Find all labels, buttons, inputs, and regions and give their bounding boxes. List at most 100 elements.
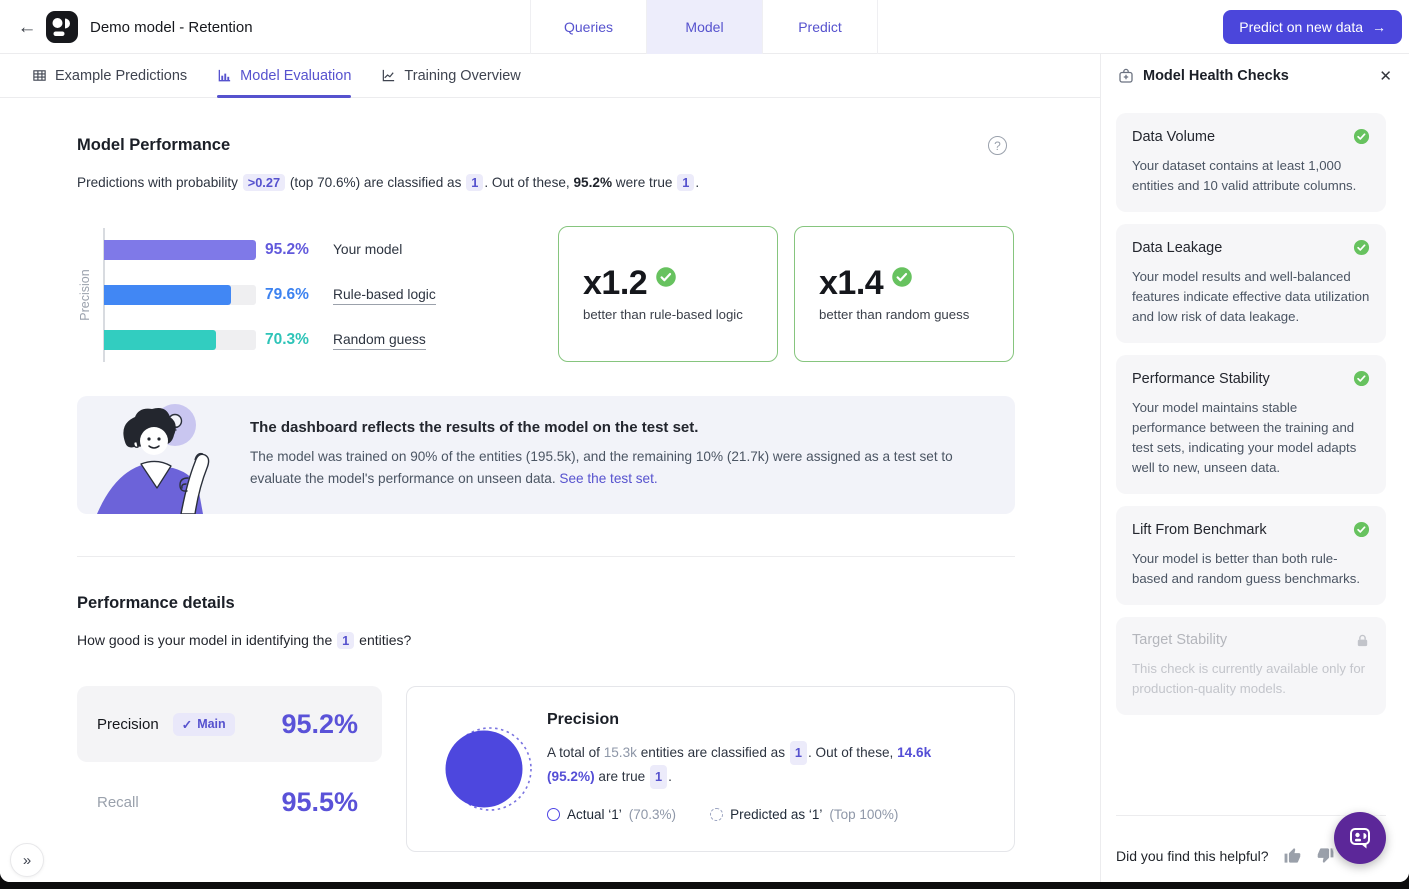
tab-queries[interactable]: Queries	[530, 0, 646, 54]
bar-row-random-guess: 70.3% Random guess	[77, 330, 477, 350]
sidebar-title: Model Health Checks	[1143, 68, 1289, 84]
app-window: ← Demo model - Retention Queries Model P…	[0, 0, 1409, 882]
expand-sidebar-button[interactable]: »	[10, 843, 44, 877]
lift-card-random-guess: x1.4 better than random guess	[794, 226, 1014, 362]
check-badge-icon	[891, 266, 913, 288]
check-lift-from-benchmark: Lift From Benchmark Your model is better…	[1116, 506, 1386, 605]
bar-track	[104, 240, 256, 260]
thumbs-down-icon[interactable]	[1316, 846, 1335, 865]
metric-value: 95.2%	[281, 709, 358, 740]
threshold-badge: >0.27	[243, 174, 285, 191]
sidebar-header: Model Health Checks ✕	[1101, 54, 1409, 98]
metric-row-precision[interactable]: Precision ✓Main 95.2%	[77, 686, 382, 762]
double-chevron-icon: »	[23, 852, 31, 869]
top-bar: ← Demo model - Retention Queries Model P…	[0, 0, 1409, 54]
bar-label: Rule-based logic	[333, 287, 436, 302]
close-icon[interactable]: ✕	[1379, 67, 1392, 85]
legend-actual: Actual ‘1’ (70.3%)	[547, 807, 676, 822]
bar-value: 95.2%	[265, 241, 309, 259]
thumbs-up-icon[interactable]	[1283, 846, 1302, 865]
precision-detail-card: Precision A total of 15.3k entities are …	[406, 686, 1015, 852]
class-badge: 1	[677, 174, 694, 191]
logo-icon	[44, 9, 80, 45]
tab-model[interactable]: Model	[646, 0, 762, 54]
lift-value: x1.2	[583, 266, 647, 300]
check-data-volume: Data Volume Your dataset contains at lea…	[1116, 113, 1386, 212]
top-nav-tabs: Queries Model Predict	[530, 0, 878, 54]
health-check-list: Data Volume Your dataset contains at lea…	[1116, 113, 1386, 727]
metric-label: Precision	[97, 716, 159, 733]
solid-circle-icon	[547, 808, 560, 821]
check-badge-icon	[1353, 239, 1370, 256]
detail-card-title: Precision	[547, 711, 619, 729]
test-set-banner: The dashboard reflects the results of th…	[77, 396, 1015, 514]
bar-label: Your model	[333, 242, 402, 257]
classification-summary: Predictions with probability >0.27 (top …	[77, 174, 699, 191]
bar-label: Random guess	[333, 332, 426, 347]
venn-circle-diagram	[437, 719, 537, 819]
legend-predicted: Predicted as ‘1’ (Top 100%)	[710, 807, 898, 822]
bar-track	[104, 330, 256, 350]
main-content: Model Performance ? Predictions with pro…	[0, 98, 1100, 882]
check-badge-icon	[1353, 370, 1370, 387]
section-divider	[77, 556, 1015, 557]
bar-random-guess	[104, 330, 216, 350]
bar-row-your-model: 95.2% Your model	[77, 240, 477, 260]
tab-example-predictions[interactable]: Example Predictions	[32, 54, 187, 97]
lock-icon	[1355, 633, 1370, 648]
lift-value: x1.4	[819, 266, 883, 300]
check-badge-icon	[1353, 521, 1370, 538]
lift-caption: better than rule-based logic	[583, 307, 777, 322]
bar-row-rule-based: 79.6% Rule-based logic	[77, 285, 477, 305]
tab-training-overview[interactable]: Training Overview	[381, 54, 520, 97]
bar-chart-icon	[217, 68, 232, 83]
bar-value: 79.6%	[265, 286, 309, 304]
model-performance-title: Model Performance	[77, 136, 230, 155]
class-badge: 1	[790, 741, 807, 765]
bar-your-model	[104, 240, 256, 260]
back-arrow-icon: ←	[18, 17, 37, 39]
back-button[interactable]: ←	[14, 15, 40, 41]
help-icon[interactable]: ?	[988, 136, 1007, 155]
table-grid-icon	[32, 68, 47, 83]
performance-details-title: Performance details	[77, 594, 235, 613]
benchmark-bar-chart: Precision 95.2% Your model 79.6% Rule-ba…	[77, 226, 477, 366]
dashed-circle-icon	[710, 808, 723, 821]
metric-label: Recall	[97, 794, 139, 811]
check-target-stability: Target Stability This check is currently…	[1116, 617, 1386, 715]
main-metric-badge: ✓Main	[173, 713, 235, 736]
tab-model-evaluation[interactable]: Model Evaluation	[217, 54, 351, 97]
check-performance-stability: Performance Stability Your model maintai…	[1116, 355, 1386, 494]
detail-card-text: A total of 15.3k entities are classified…	[547, 741, 977, 789]
bar-value: 70.3%	[265, 331, 309, 349]
see-test-set-link[interactable]: See the test set.	[559, 471, 657, 486]
lift-caption: better than random guess	[819, 307, 1013, 322]
assistant-logo-icon	[1347, 825, 1373, 851]
app-logo	[44, 9, 80, 50]
tab-predict[interactable]: Predict	[762, 0, 878, 54]
sub-tab-bar: Example Predictions Model Evaluation Tra…	[0, 54, 1100, 98]
assistant-fab-button[interactable]	[1334, 812, 1386, 864]
precision-value-inline: 95.2%	[573, 175, 612, 190]
health-kit-icon	[1118, 68, 1134, 84]
check-badge-icon	[655, 266, 677, 288]
diagram-legend: Actual ‘1’ (70.3%) Predicted as ‘1’ (Top…	[547, 807, 898, 822]
feedback-question: Did you find this helpful?	[1116, 848, 1269, 864]
banner-body: The model was trained on 90% of the enti…	[250, 446, 990, 490]
check-icon: ✓	[182, 717, 192, 732]
check-data-leakage: Data Leakage Your model results and well…	[1116, 224, 1386, 343]
bar-rule-based	[104, 285, 231, 305]
lift-card-rule-based: x1.2 better than rule-based logic	[558, 226, 778, 362]
line-chart-icon	[381, 68, 396, 83]
class-badge: 1	[650, 765, 667, 789]
health-checks-sidebar: Model Health Checks ✕ Data Volume Your d…	[1100, 54, 1409, 882]
banner-title: The dashboard reflects the results of th…	[250, 419, 698, 436]
identify-question: How good is your model in identifying th…	[77, 632, 411, 649]
model-title: Demo model - Retention	[90, 19, 253, 36]
total-count: 15.3k	[604, 745, 637, 760]
predict-on-new-data-button[interactable]: Predict on new data →	[1223, 10, 1402, 44]
metric-row-recall[interactable]: Recall 95.5%	[77, 770, 382, 834]
bar-track	[104, 285, 256, 305]
check-badge-icon	[1353, 128, 1370, 145]
person-lightbulb-illustration	[77, 396, 267, 514]
